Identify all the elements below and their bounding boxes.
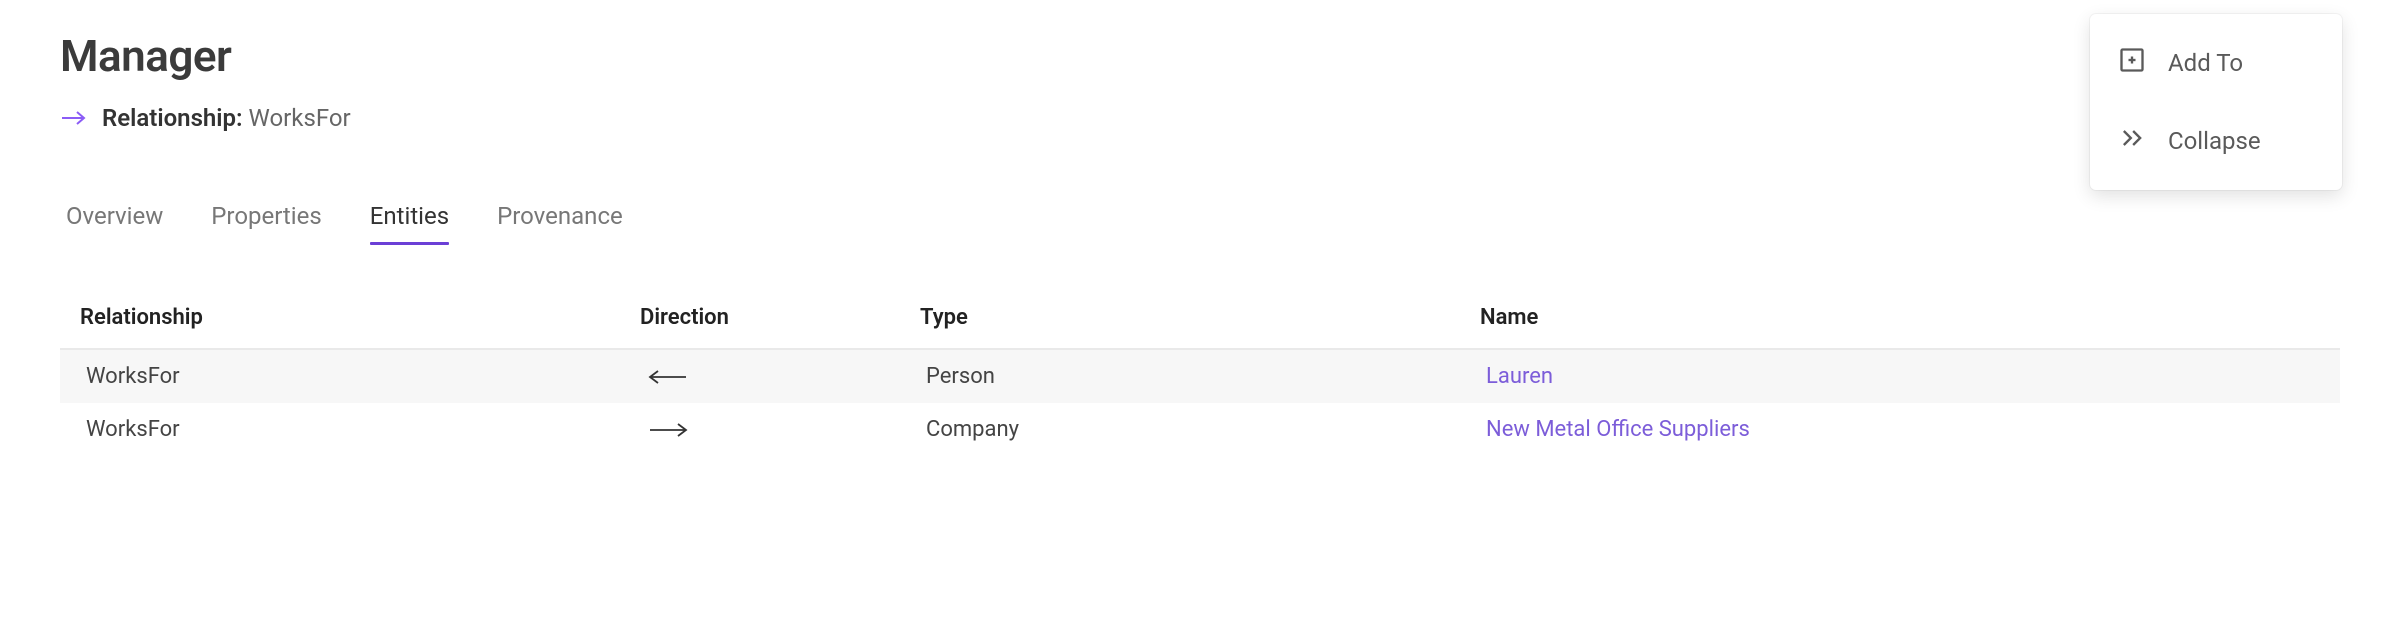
cell-relationship: WorksFor [86,364,646,389]
menu-add-to[interactable]: Add To [2090,24,2342,102]
menu-collapse[interactable]: Collapse [2090,102,2342,180]
col-relationship: Relationship [80,305,640,330]
collapse-icon [2118,124,2146,158]
tab-properties[interactable]: Properties [211,202,321,244]
cell-relationship: WorksFor [86,417,646,442]
relationship-value: WorksFor [249,104,351,132]
col-name: Name [1480,305,2320,330]
col-type: Type [920,305,1480,330]
menu-label: Collapse [2168,127,2261,155]
cell-type: Company [926,417,1486,442]
context-menu: Add To Collapse [2090,14,2342,190]
menu-label: Add To [2168,49,2243,77]
table-row: WorksFor Person Lauren [60,350,2340,403]
col-direction: Direction [640,305,920,330]
table-header: Relationship Direction Type Name [60,305,2340,350]
relationship-subtitle: Relationship: WorksFor [60,104,2340,132]
arrow-right-icon [646,421,926,439]
tab-provenance[interactable]: Provenance [497,202,623,244]
entities-table: Relationship Direction Type Name WorksFo… [60,305,2340,456]
add-to-icon [2118,46,2146,80]
arrow-left-icon [646,368,926,386]
table-row: WorksFor Company New Metal Office Suppli… [60,403,2340,456]
tab-overview[interactable]: Overview [66,202,163,244]
cell-type: Person [926,364,1486,389]
tab-bar: Overview Properties Entities Provenance [60,202,2340,245]
arrow-right-icon [60,108,88,128]
relationship-label: Relationship: [102,104,243,132]
page-title: Manager [60,30,2340,82]
tab-entities[interactable]: Entities [370,202,449,244]
entity-link[interactable]: Lauren [1486,364,2320,389]
entity-link[interactable]: New Metal Office Suppliers [1486,417,2320,442]
